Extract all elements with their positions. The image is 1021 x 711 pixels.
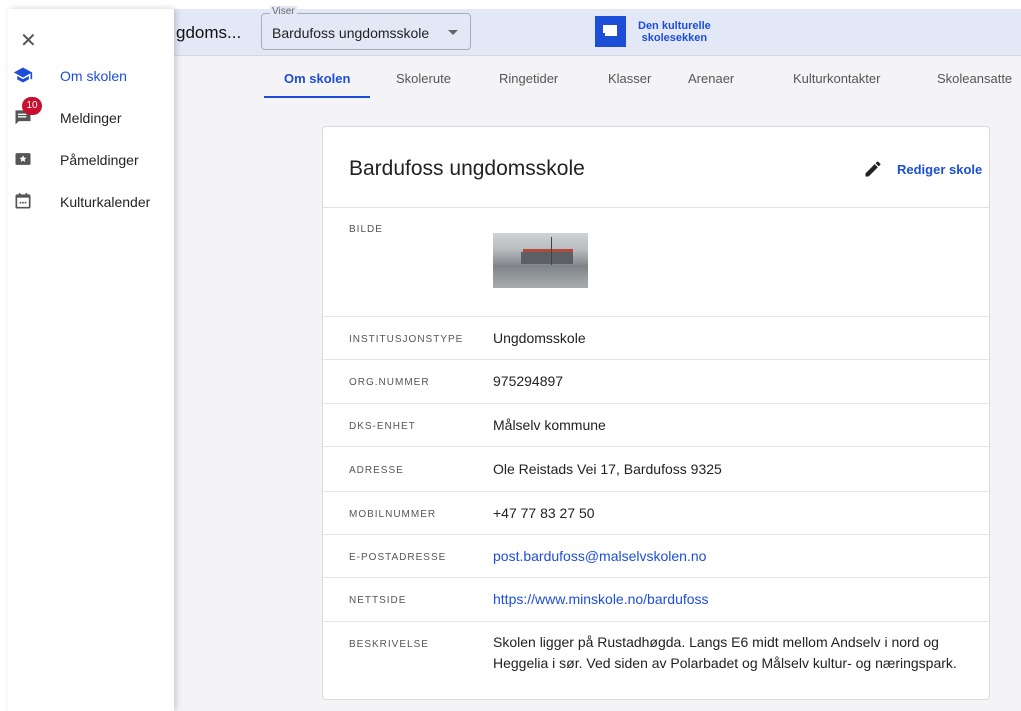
school-icon (13, 67, 33, 83)
row-beskrivelse: BESKRIVELSE Skolen ligger på Rustadhøgda… (323, 622, 989, 682)
tab-klasser[interactable]: Klasser (608, 57, 651, 99)
active-tab-indicator (264, 96, 370, 98)
row-label: DKS-ENHET (349, 421, 416, 432)
dropdown-caret-icon (448, 30, 458, 35)
dks-logo-text[interactable]: Den kulturelle skolesekken (638, 20, 711, 44)
tab-skoleansatte[interactable]: Skoleansatte (937, 57, 1012, 99)
unread-count-badge: 10 (22, 97, 42, 115)
tab-kulturkontakter[interactable]: Kulturkontakter (793, 57, 880, 99)
row-nettside: NETTSIDE https://www.minskole.no/bardufo… (323, 578, 989, 622)
row-label: NETTSIDE (349, 595, 407, 606)
edit-school-button[interactable]: Rediger skole (863, 157, 982, 181)
school-selector-label: Viser (270, 6, 297, 18)
nav-item-label: Kulturkalender (60, 194, 151, 210)
nav-item-om-skolen[interactable]: Om skolen (8, 55, 174, 97)
row-dks-enhet: DKS-ENHET Målselv kommune (323, 404, 989, 447)
row-org-nummer: ORG.NUMMER 975294897 (323, 360, 989, 404)
row-value: Ole Reistads Vei 17, Bardufoss 9325 (493, 461, 722, 477)
tab-ringetider[interactable]: Ringetider (499, 57, 558, 99)
row-label: MOBILNUMMER (349, 509, 437, 520)
window-frame-left (0, 0, 8, 711)
school-info-card: Bardufoss ungdomsskole Rediger skole BIL… (322, 126, 990, 700)
nav-item-kulturkalender[interactable]: Kulturkalender (8, 181, 174, 223)
school-photo[interactable] (493, 233, 588, 288)
nav-item-label: Om skolen (60, 68, 127, 84)
dks-logo-icon[interactable] (595, 16, 626, 47)
star-card-icon (15, 153, 31, 165)
row-label: ORG.NUMMER (349, 377, 430, 388)
pencil-icon (865, 161, 881, 177)
logo-line-2: skolesekken (641, 32, 708, 44)
row-mobilnummer: MOBILNUMMER +47 77 83 27 50 (323, 492, 989, 535)
school-selector[interactable]: Viser Bardufoss ungdomsskole (261, 6, 471, 50)
logo-line-1: Den kulturelle (638, 20, 711, 32)
close-icon[interactable]: ✕ (20, 31, 37, 51)
school-title: Bardufoss ungdomsskole (349, 157, 585, 180)
row-value: 975294897 (493, 373, 564, 389)
tab-skolerute[interactable]: Skolerute (396, 57, 451, 99)
tab-om-skolen[interactable]: Om skolen (284, 57, 350, 99)
website-link[interactable]: https://www.minskole.no/bardufoss (493, 589, 709, 610)
nav-item-label: Meldinger (60, 110, 122, 126)
row-label: INSTITUSJONSTYPE (349, 334, 464, 345)
row-value: +47 77 83 27 50 (493, 505, 595, 521)
row-label: BESKRIVELSE (349, 639, 429, 650)
calendar-icon (15, 193, 31, 209)
row-label: E-POSTADRESSE (349, 552, 447, 563)
nav-item-pameldinger[interactable]: Påmeldinger (8, 139, 174, 181)
row-bilde: BILDE (323, 208, 989, 317)
row-institusjonstype: INSTITUSJONSTYPE Ungdomsskole (323, 317, 989, 360)
nav-item-label: Påmeldinger (60, 152, 139, 168)
nav-item-meldinger[interactable]: 10 Meldinger (8, 97, 174, 139)
row-label: BILDE (349, 224, 383, 235)
navigation-drawer: ✕ Om skolen 10 Meldinger Påmeldinger Kul… (8, 9, 174, 711)
description-line-1: Skolen ligger på Rustadhøgda. Langs E6 m… (493, 634, 939, 650)
row-adresse: ADRESSE Ole Reistads Vei 17, Bardufoss 9… (323, 447, 989, 492)
row-value: Målselv kommune (493, 417, 606, 433)
school-name-truncated: gdoms... (176, 23, 242, 42)
row-value: Ungdomsskole (493, 330, 586, 346)
school-selector-value: Bardufoss ungdomsskole (272, 25, 430, 41)
row-label: ADRESSE (349, 465, 404, 476)
tab-arenaer[interactable]: Arenaer (688, 57, 734, 99)
school-tabs: Om skolen Skolerute Ringetider Klasser A… (262, 57, 1021, 99)
email-link[interactable]: post.bardufoss@malselvskolen.no (493, 546, 706, 567)
description-line-2: Heggelia i sør. Ved siden av Polarbadet … (493, 655, 957, 671)
row-e-postadresse: E-POSTADRESSE post.bardufoss@malselvskol… (323, 535, 989, 578)
window-frame-top (0, 0, 1021, 9)
edit-school-label: Rediger skole (897, 161, 983, 177)
